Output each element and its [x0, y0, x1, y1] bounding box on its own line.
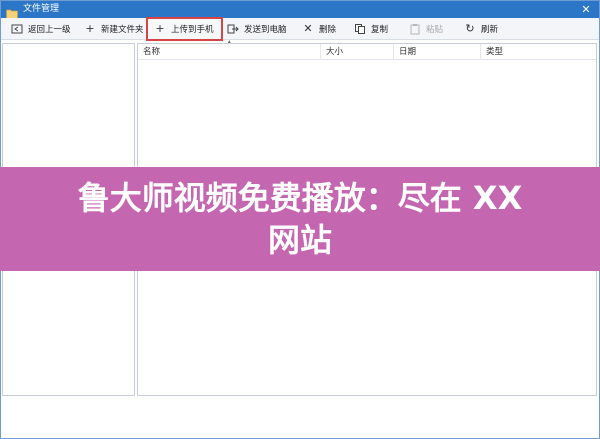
export-icon — [227, 23, 239, 35]
new-folder-button[interactable]: + 新建文件夹 — [84, 20, 144, 38]
copy-button[interactable]: 复制 — [354, 20, 388, 38]
banner-text-line-1: 鲁大师视频免费播放：尽在 XX — [77, 179, 523, 217]
upload-label: 上传到手机 — [171, 25, 214, 35]
paste-icon — [409, 23, 421, 35]
close-icon: ✕ — [581, 3, 591, 16]
new-folder-label: 新建文件夹 — [101, 25, 144, 35]
back-button[interactable]: 返回上一级 — [11, 20, 71, 38]
back-label: 返回上一级 — [28, 25, 71, 35]
plus-icon: + — [155, 22, 165, 35]
folder-icon — [6, 4, 18, 19]
title-bar: 文件管理 ✕ — [1, 1, 599, 19]
x-icon: ✕ — [303, 22, 313, 35]
delete-label: 删除 — [319, 25, 337, 35]
delete-button[interactable]: ✕ 删除 — [302, 20, 336, 38]
copy-icon — [354, 23, 366, 35]
copy-label: 复制 — [371, 25, 389, 35]
toolbar: 返回上一级 + 新建文件夹 + 上传到手机 发送到电脑 ✕ 删除 复制 粘贴 ↻… — [1, 17, 599, 41]
paste-button[interactable]: 粘贴 — [409, 20, 443, 38]
column-header-size[interactable]: 大小 — [321, 44, 394, 60]
paste-label: 粘贴 — [426, 25, 444, 35]
upload-to-phone-button[interactable]: + 上传到手机 — [146, 17, 223, 41]
refresh-label: 刷新 — [481, 25, 499, 35]
plus-icon: + — [85, 22, 95, 35]
refresh-icon: ↻ — [465, 22, 475, 35]
back-arrow-icon — [11, 23, 23, 35]
overlay-banner: 鲁大师视频免费播放：尽在 XX 网站 — [0, 167, 600, 271]
column-header-row: 名称 大小 日期 类型 — [138, 44, 596, 60]
send-label: 发送到电脑 — [244, 25, 287, 35]
close-button[interactable]: ✕ — [575, 1, 597, 18]
column-header-name[interactable]: 名称 — [138, 44, 321, 60]
send-to-pc-button[interactable]: 发送到电脑 — [227, 20, 287, 38]
refresh-button[interactable]: ↻ 刷新 — [464, 20, 498, 38]
column-header-type[interactable]: 类型 — [481, 44, 596, 60]
banner-text-line-2: 网站 — [267, 221, 332, 259]
window-title: 文件管理 — [23, 4, 60, 14]
column-header-date[interactable]: 日期 — [394, 44, 481, 60]
